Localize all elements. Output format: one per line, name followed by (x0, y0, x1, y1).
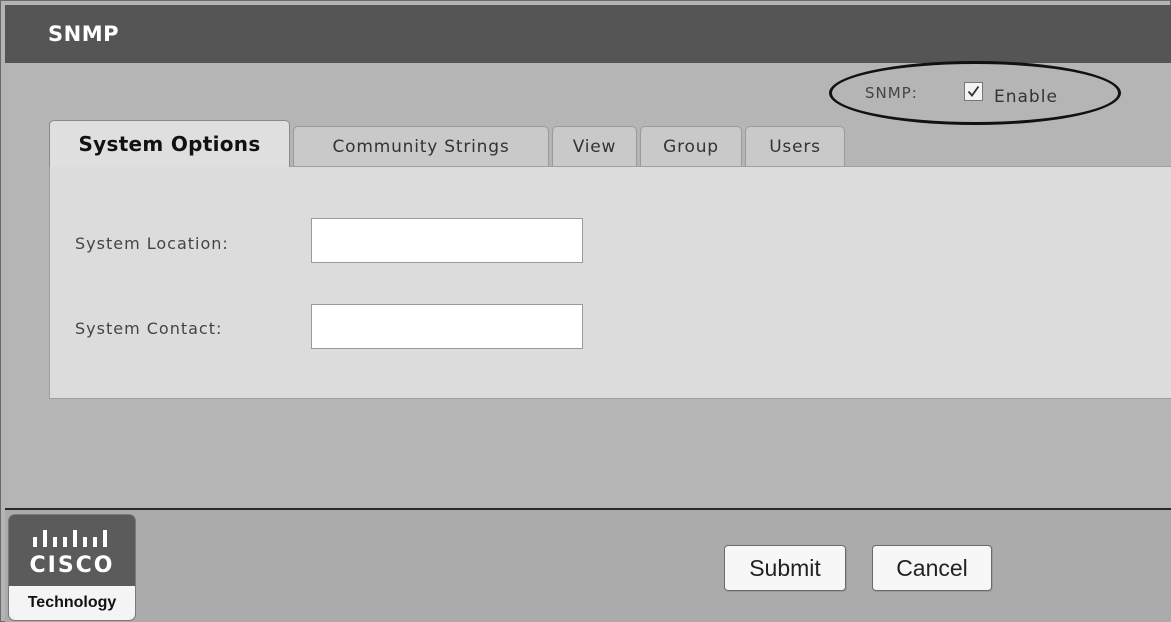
snmp-enable-label[interactable]: Enable (994, 87, 1058, 107)
system-location-input[interactable] (311, 218, 583, 263)
submit-button[interactable]: Submit (724, 545, 846, 591)
system-options-panel (49, 166, 1171, 399)
system-contact-label: System Contact: (75, 319, 223, 338)
tab-group[interactable]: Group (640, 126, 742, 166)
cisco-bars-icon (33, 530, 107, 547)
system-location-label: System Location: (75, 234, 229, 253)
cancel-button[interactable]: Cancel (872, 545, 992, 591)
footer-bar (5, 510, 1171, 622)
tab-view[interactable]: View (552, 126, 637, 166)
page-header: SNMP (5, 5, 1171, 63)
logo-tagline: Technology (9, 586, 135, 620)
checkmark-icon (967, 85, 980, 97)
cisco-wordmark: CISCO (29, 553, 115, 578)
cisco-logo: CISCO Technology (8, 514, 136, 621)
tab-users[interactable]: Users (745, 126, 845, 166)
system-contact-input[interactable] (311, 304, 583, 349)
tab-system-options[interactable]: System Options (49, 120, 290, 167)
page-title: SNMP (48, 22, 119, 46)
tab-community-strings[interactable]: Community Strings (293, 126, 549, 166)
snmp-window: SNMP SNMP: Enable System Options Communi… (0, 0, 1171, 622)
snmp-enable-checkbox[interactable] (964, 82, 983, 101)
snmp-label: SNMP: (865, 84, 918, 102)
